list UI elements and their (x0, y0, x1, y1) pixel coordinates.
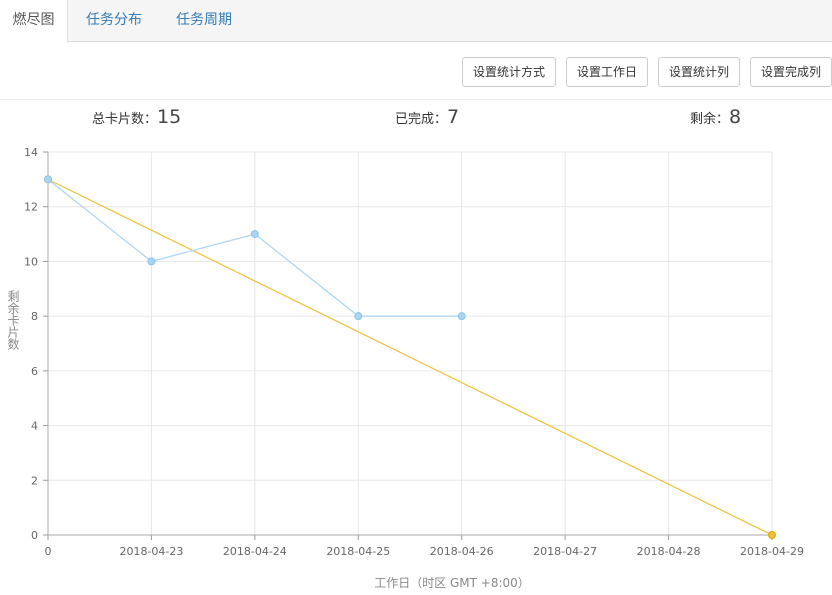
burndown-chart: 0 2 4 6 8 10 12 14 0 2018-04-23 2018-04-24 2018-04-… (6, 146, 804, 590)
tab-burndown[interactable]: 燃尽图 (0, 0, 68, 43)
actual-point (457, 312, 466, 321)
set-statistic-method-button[interactable]: 设置统计方式 (462, 57, 556, 87)
x-tick-label: 2018-04-29 (740, 545, 804, 558)
stat-completed-label: 已完成： (395, 112, 448, 127)
set-statistic-column-button[interactable]: 设置统计列 (658, 57, 740, 87)
stat-completed-value: 7 (447, 106, 460, 128)
y-tick-label: 14 (24, 146, 38, 159)
actual-point (147, 257, 156, 266)
x-tick-label: 2018-04-23 (119, 545, 183, 558)
set-workday-button[interactable]: 设置工作日 (566, 57, 648, 87)
y-tick-label: 2 (31, 474, 38, 487)
y-tick-label: 12 (24, 201, 38, 214)
stat-remaining: 剩余：8 (690, 104, 741, 130)
y-tick-label: 0 (31, 529, 38, 542)
actual-point (44, 175, 52, 184)
stat-remaining-value: 8 (729, 106, 742, 128)
y-tick-label: 6 (31, 365, 38, 378)
y-axis-title: 剩余卡片数 (6, 290, 20, 351)
y-tick-label: 4 (31, 420, 38, 433)
stat-total-cards: 总卡片数：15 (92, 104, 181, 130)
stat-completed: 已完成：7 (395, 104, 459, 130)
stat-total-cards-label: 总卡片数： (92, 112, 158, 127)
ideal-burndown-line (47, 178, 773, 536)
x-tick-label: 2018-04-25 (326, 545, 390, 558)
x-axis-title: 工作日（时区 GMT +8:00） (374, 576, 530, 590)
ideal-point (768, 531, 776, 539)
x-tick-label: 2018-04-27 (533, 545, 597, 558)
x-tick-label: 2018-04-24 (223, 545, 287, 558)
actual-point (354, 312, 363, 321)
toolbar: 设置统计方式 设置工作日 设置统计列 设置完成列 (0, 42, 832, 100)
y-tick-label: 8 (31, 310, 38, 323)
tab-bar: 燃尽图 任务分布 任务周期 (0, 0, 832, 43)
actual-point (250, 230, 259, 239)
tab-task-cycle[interactable]: 任务周期 (168, 0, 240, 42)
y-tick-label: 10 (24, 255, 38, 268)
stat-total-cards-value: 15 (157, 106, 182, 128)
set-complete-column-button[interactable]: 设置完成列 (750, 57, 832, 87)
stat-remaining-label: 剩余： (690, 112, 730, 127)
x-tick-label: 2018-04-26 (430, 545, 494, 558)
x-tick-label: 0 (45, 545, 52, 558)
x-tick-label: 2018-04-28 (637, 545, 701, 558)
tab-task-distribution[interactable]: 任务分布 (78, 0, 150, 42)
